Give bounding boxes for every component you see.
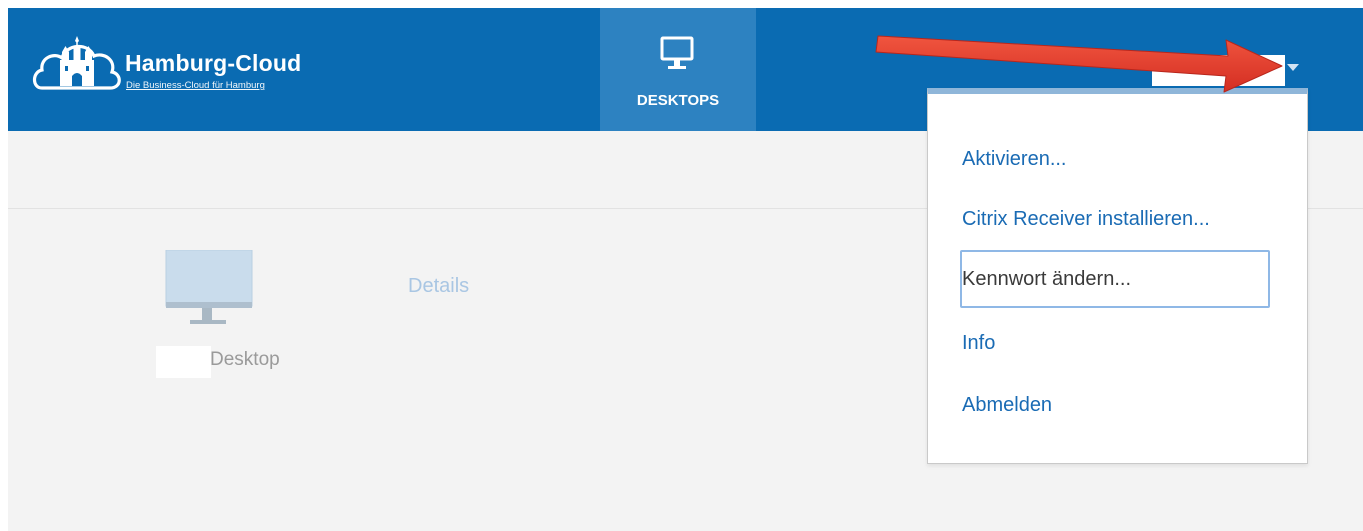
menu-item-kennwort-aendern[interactable]: Kennwort ändern... bbox=[960, 250, 1270, 308]
caret-down-icon[interactable] bbox=[1287, 64, 1299, 71]
brand-tagline: Die Business-Cloud für Hamburg bbox=[126, 80, 265, 91]
brand-name: Hamburg-Cloud bbox=[125, 50, 302, 76]
menu-item-info[interactable]: Info bbox=[962, 332, 995, 355]
user-dropdown-menu: Aktivieren... Citrix Receiver installier… bbox=[927, 88, 1308, 464]
menu-item-abmelden[interactable]: Abmelden bbox=[962, 394, 1052, 417]
hamburg-logo[interactable] bbox=[32, 30, 122, 100]
redacted-name-box bbox=[156, 346, 211, 378]
user-name-box[interactable] bbox=[1152, 55, 1285, 86]
app-frame: Hamburg-Cloud Die Business-Cloud für Ham… bbox=[8, 8, 1363, 531]
monitor-icon bbox=[660, 36, 694, 69]
details-link[interactable]: Details bbox=[408, 275, 469, 298]
tab-desktops-label: DESKTOPS bbox=[636, 92, 720, 109]
menu-item-citrix-receiver[interactable]: Citrix Receiver installieren... bbox=[962, 208, 1210, 231]
desktop-tile[interactable]: Desktop bbox=[156, 245, 326, 385]
tab-desktops[interactable]: DESKTOPS bbox=[600, 8, 756, 131]
menu-item-aktivieren[interactable]: Aktivieren... bbox=[962, 148, 1066, 171]
monitor-icon bbox=[165, 250, 253, 324]
desktop-name: Desktop bbox=[210, 349, 280, 370]
